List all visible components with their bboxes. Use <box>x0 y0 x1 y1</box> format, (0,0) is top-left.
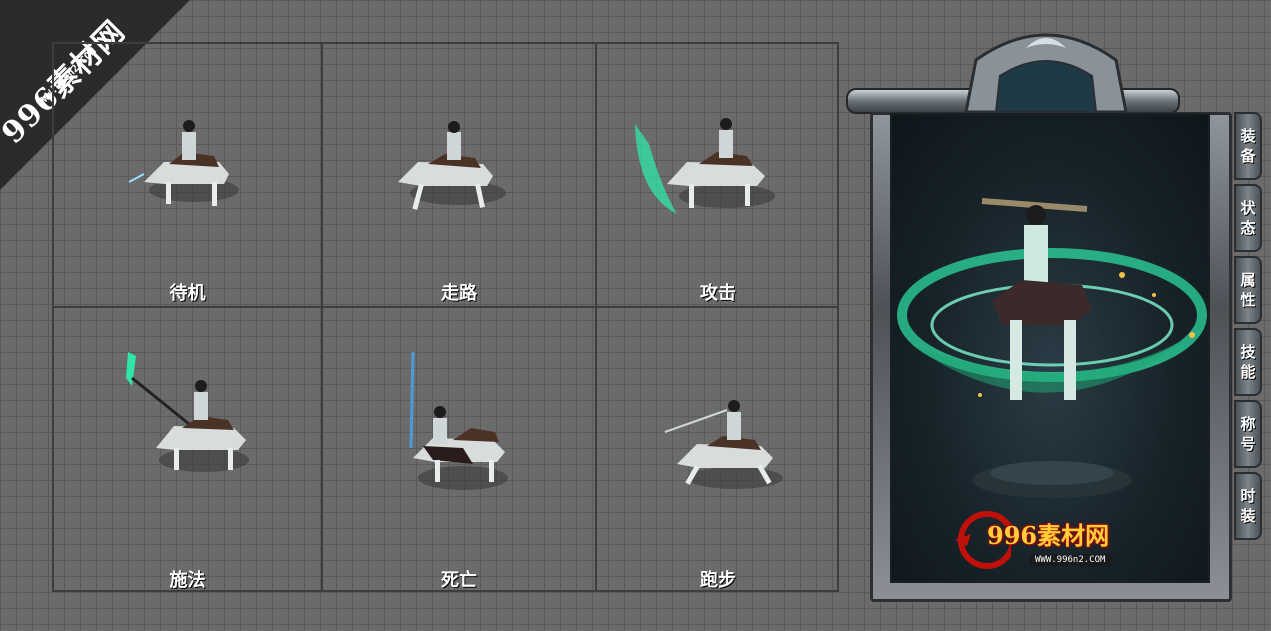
tab-char: 能 <box>1240 363 1256 381</box>
animation-cell-attack[interactable]: 攻击 <box>597 44 839 306</box>
animation-cell-cast[interactable]: 施法 <box>54 308 321 592</box>
tab-titles[interactable]: 称 号 <box>1234 400 1262 468</box>
character-panel: 装 备 状 态 属 性 技 能 称 号 时 装 996素材网 WWW.996n2 <box>846 20 1271 610</box>
rider-sprite-death <box>409 351 508 490</box>
tab-char: 装 <box>1240 507 1256 525</box>
tab-char: 属 <box>1240 271 1256 289</box>
logo-text: 996素材网 <box>987 521 1110 550</box>
side-tabs: 装 备 状 态 属 性 技 能 称 号 时 装 <box>1234 112 1264 544</box>
animation-label: 攻击 <box>700 283 736 304</box>
animation-label: 待机 <box>169 283 206 304</box>
tab-char: 态 <box>1240 219 1256 237</box>
tab-status[interactable]: 状 态 <box>1234 184 1262 252</box>
tab-char: 技 <box>1240 343 1256 361</box>
tab-attributes[interactable]: 属 性 <box>1234 256 1262 324</box>
rider-sprite-attack <box>635 118 775 214</box>
animation-grid: 待机 走路 攻击 施法 死亡 跑步 <box>52 42 839 592</box>
tab-char: 时 <box>1240 487 1256 505</box>
rider-sprite-run <box>664 400 783 489</box>
tab-char: 性 <box>1240 291 1256 309</box>
tab-equipment[interactable]: 装 备 <box>1234 112 1262 180</box>
logo-url: WWW.996n2.COM <box>1029 554 1112 566</box>
tab-char: 装 <box>1240 127 1256 145</box>
animation-label: 施法 <box>169 570 206 591</box>
animation-cell-run[interactable]: 跑步 <box>597 308 839 592</box>
animation-label: 死亡 <box>441 570 477 591</box>
animation-cell-death[interactable]: 死亡 <box>323 308 595 592</box>
crown-ornament <box>964 33 1128 112</box>
tab-fashion[interactable]: 时 装 <box>1234 472 1262 540</box>
tab-char: 号 <box>1240 435 1256 453</box>
rider-sprite-cast <box>126 352 249 472</box>
tab-skills[interactable]: 技 能 <box>1234 328 1262 396</box>
site-logo: 996素材网 WWW.996n2.COM <box>951 506 1171 576</box>
rider-sprite-idle <box>128 120 239 206</box>
animation-label: 跑步 <box>700 570 736 591</box>
animation-label: 走路 <box>441 283 477 304</box>
rider-sprite-walk <box>398 121 506 210</box>
animation-cell-idle[interactable]: 待机 <box>54 44 321 306</box>
tab-char: 状 <box>1240 199 1256 217</box>
tab-char: 称 <box>1240 415 1256 433</box>
animation-cell-walk[interactable]: 走路 <box>323 44 595 306</box>
tab-char: 备 <box>1240 147 1256 165</box>
